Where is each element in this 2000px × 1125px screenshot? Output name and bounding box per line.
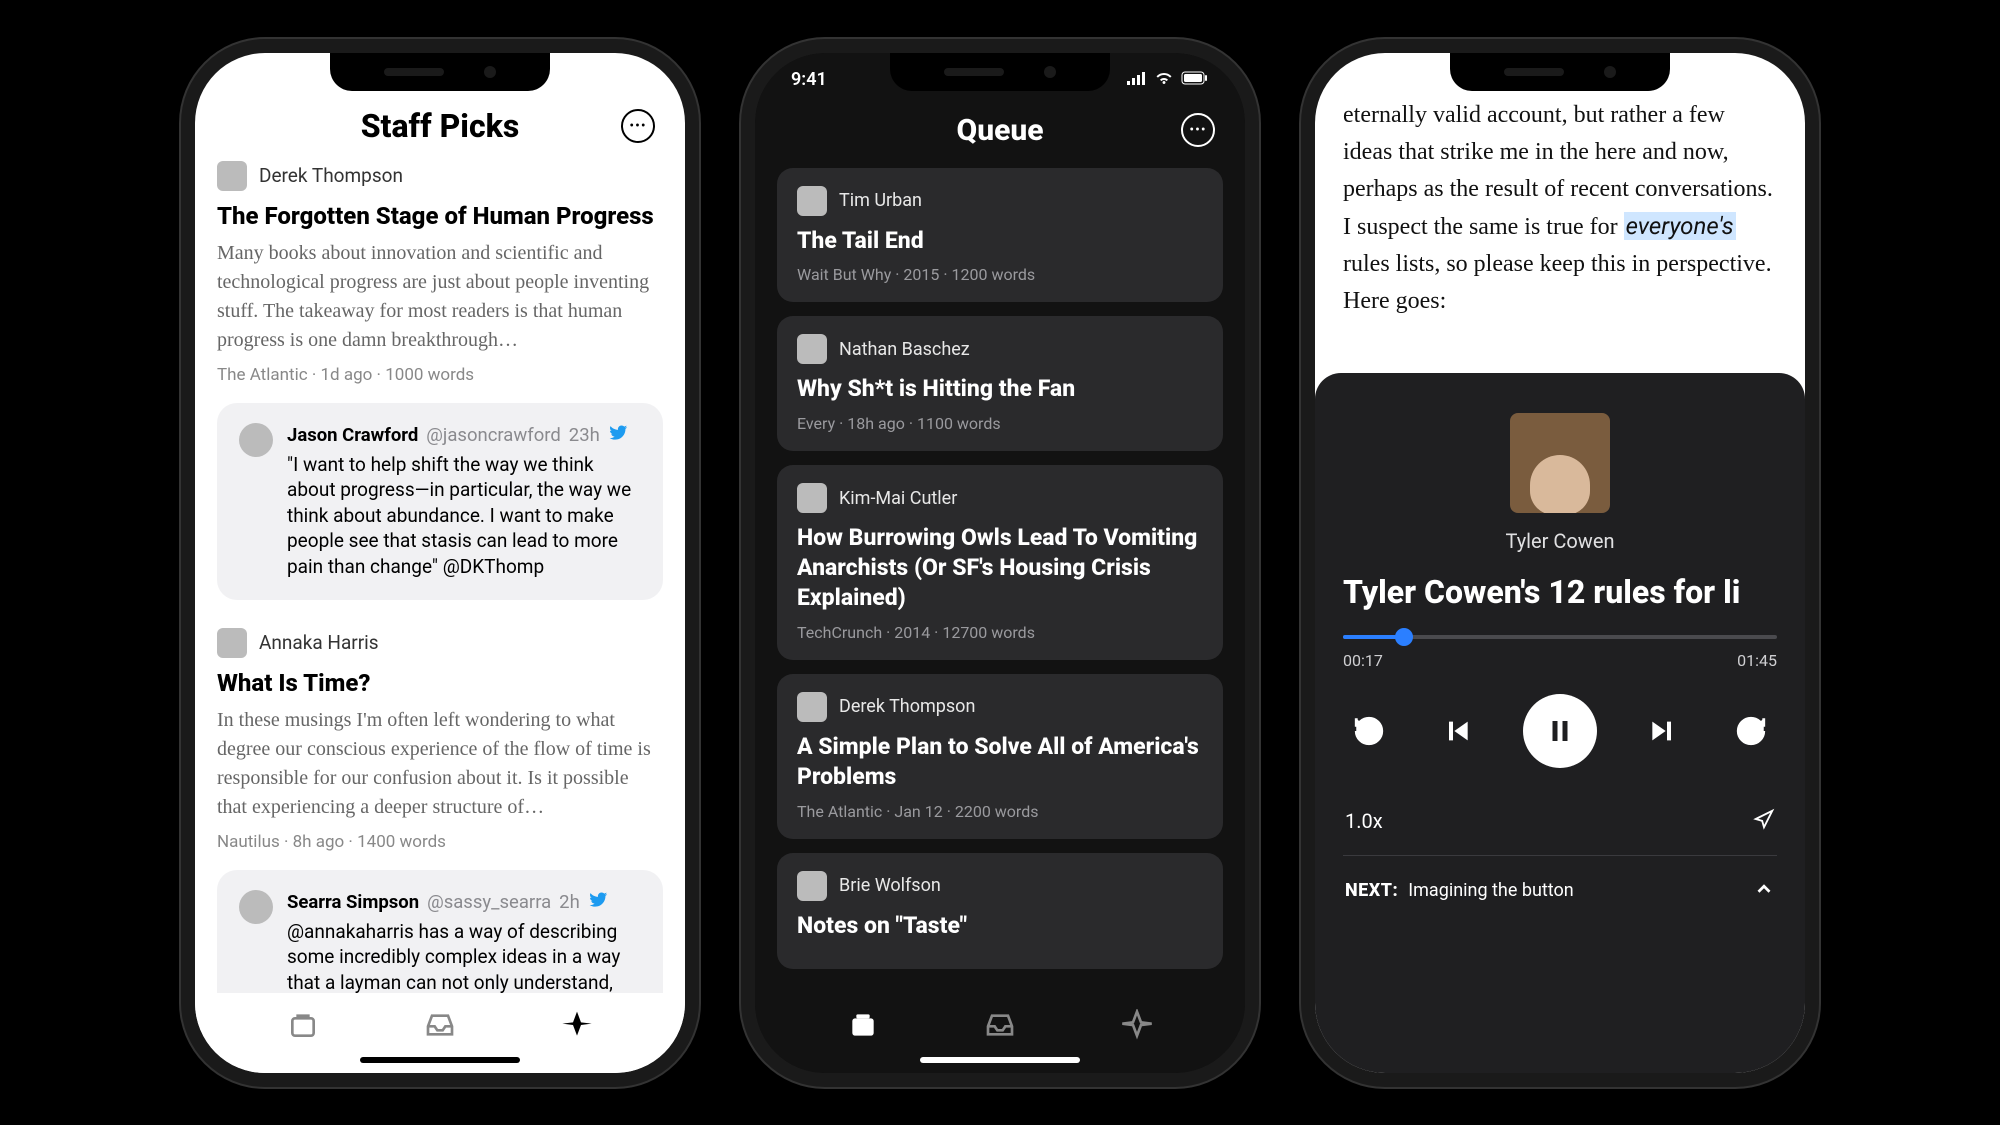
article-meta: Nautilus · 8h ago · 1400 words <box>217 832 663 852</box>
author-avatar <box>797 186 827 216</box>
tweet-avatar <box>239 423 273 457</box>
tweet-handle: @sassy_searra <box>427 891 551 913</box>
tweet-handle: @jasoncrawford <box>426 424 561 446</box>
author-name: Kim-Mai Cutler <box>839 488 957 509</box>
share-icon[interactable] <box>1753 808 1775 835</box>
tweet-author: Jason Crawford <box>287 424 418 446</box>
author-avatar <box>797 334 827 364</box>
tweet-time: 23h <box>569 424 600 446</box>
author-name: Derek Thompson <box>839 696 975 717</box>
up-next-row[interactable]: NEXT: Imagining the button <box>1343 856 1777 926</box>
page-title: Staff Picks <box>361 107 520 145</box>
queue-item[interactable]: Nathan Baschez Why Sh*t is Hitting the F… <box>777 316 1223 451</box>
tweet-author: Searra Simpson <box>287 891 419 913</box>
tab-discover[interactable] <box>561 1009 593 1045</box>
article-title: The Tail End <box>797 226 1203 256</box>
reader-text[interactable]: eternally valid account, but rather a fe… <box>1315 53 1805 321</box>
article-meta: Wait But Why · 2015 · 1200 words <box>797 265 1203 284</box>
time-total: 01:45 <box>1737 651 1777 670</box>
phone-queue: 9:41 Queue ••• Tim Urban The Tail End Wa… <box>755 53 1245 1073</box>
queue-item[interactable]: Kim-Mai Cutler How Burrowing Owls Lead T… <box>777 465 1223 660</box>
article-meta: TechCrunch · 2014 · 12700 words <box>797 623 1203 642</box>
phone-staff-picks: Staff Picks ••• Derek Thompson The Forgo… <box>195 53 685 1073</box>
pause-button[interactable] <box>1523 694 1597 768</box>
notch <box>1450 53 1670 91</box>
rewind-button[interactable] <box>1347 709 1391 753</box>
author-name: Brie Wolfson <box>839 875 941 896</box>
next-label: NEXT: <box>1345 880 1398 901</box>
notch <box>890 53 1110 91</box>
audio-player: Tyler Cowen Tyler Cowen's 12 rules for l… <box>1315 373 1805 1073</box>
article-excerpt: Many books about innovation and scientif… <box>217 239 663 355</box>
author-avatar <box>797 483 827 513</box>
queue-list: Tim Urban The Tail End Wait But Why · 20… <box>755 168 1245 969</box>
article-title: Notes on "Taste" <box>797 911 1203 941</box>
notch <box>330 53 550 91</box>
wifi-icon <box>1154 69 1174 90</box>
more-button[interactable]: ••• <box>621 109 655 143</box>
article-title: What Is Time? <box>217 668 663 698</box>
author-avatar <box>217 161 247 191</box>
tweet-card[interactable]: Jason Crawford @jasoncrawford 23h "I wan… <box>217 403 663 600</box>
tab-inbox[interactable] <box>424 1009 456 1045</box>
article-title: Why Sh*t is Hitting the Fan <box>797 374 1203 404</box>
feed: Derek Thompson The Forgotten Stage of Hu… <box>195 161 685 1011</box>
article-title: How Burrowing Owls Lead To Vomiting Anar… <box>797 523 1203 613</box>
article-meta: Every · 18h ago · 1100 words <box>797 414 1203 433</box>
queue-item[interactable]: Tim Urban The Tail End Wait But Why · 20… <box>777 168 1223 303</box>
twitter-icon <box>608 423 628 448</box>
article-title: A Simple Plan to Solve All of America's … <box>797 732 1203 792</box>
player-controls <box>1343 694 1777 768</box>
tab-library[interactable] <box>847 1009 879 1045</box>
chevron-up-icon <box>1753 878 1775 904</box>
author-avatar <box>797 692 827 722</box>
article-meta: The Atlantic · 1d ago · 1000 words <box>217 365 663 385</box>
more-button[interactable]: ••• <box>1181 113 1215 147</box>
tweet-time: 2h <box>559 891 580 913</box>
article-title: The Forgotten Stage of Human Progress <box>217 201 663 231</box>
author-name: Tim Urban <box>839 190 922 211</box>
player-title: Tyler Cowen's 12 rules for li <box>1343 573 1777 611</box>
twitter-icon <box>588 890 608 915</box>
author-name: Annaka Harris <box>259 631 379 654</box>
author-name: Derek Thompson <box>259 164 403 187</box>
article-card[interactable]: Annaka Harris What Is Time? In these mus… <box>217 628 663 1011</box>
home-indicator[interactable] <box>920 1057 1080 1063</box>
battery-icon <box>1181 69 1209 90</box>
prev-track-button[interactable] <box>1435 709 1479 753</box>
tweet-avatar <box>239 890 273 924</box>
ellipsis-icon: ••• <box>629 118 646 134</box>
queue-item[interactable]: Brie Wolfson Notes on "Taste" <box>777 853 1223 969</box>
article-meta: The Atlantic · Jan 12 · 2200 words <box>797 802 1203 821</box>
queue-item[interactable]: Derek Thompson A Simple Plan to Solve Al… <box>777 674 1223 839</box>
tab-discover[interactable] <box>1121 1009 1153 1045</box>
next-title: Imagining the button <box>1408 880 1573 901</box>
home-indicator[interactable] <box>360 1057 520 1063</box>
author-name: Nathan Baschez <box>839 339 970 360</box>
tweet-card[interactable]: Searra Simpson @sassy_searra 2h @annakah… <box>217 870 663 1011</box>
cellular-icon <box>1127 69 1147 90</box>
forward-button[interactable] <box>1729 709 1773 753</box>
progress-bar[interactable] <box>1343 635 1777 639</box>
next-track-button[interactable] <box>1641 709 1685 753</box>
playback-rate[interactable]: 1.0x <box>1345 809 1383 833</box>
status-time: 9:41 <box>791 69 827 90</box>
tab-inbox[interactable] <box>984 1009 1016 1045</box>
tab-library[interactable] <box>287 1009 319 1045</box>
phone-player: eternally valid account, but rather a fe… <box>1315 53 1805 1073</box>
header: Queue ••• <box>755 107 1245 168</box>
tweet-text: "I want to help shift the way we think a… <box>287 452 641 580</box>
player-author: Tyler Cowen <box>1343 529 1777 553</box>
author-avatar <box>797 871 827 901</box>
article-card[interactable]: Derek Thompson The Forgotten Stage of Hu… <box>217 161 663 600</box>
article-excerpt: In these musings I'm often left wonderin… <box>217 706 663 822</box>
time-elapsed: 00:17 <box>1343 651 1383 670</box>
ellipsis-icon: ••• <box>1189 122 1206 138</box>
page-title: Queue <box>957 113 1044 148</box>
header: Staff Picks ••• <box>195 107 685 161</box>
progress-thumb[interactable] <box>1395 628 1413 646</box>
player-avatar <box>1510 413 1610 513</box>
author-avatar <box>217 628 247 658</box>
